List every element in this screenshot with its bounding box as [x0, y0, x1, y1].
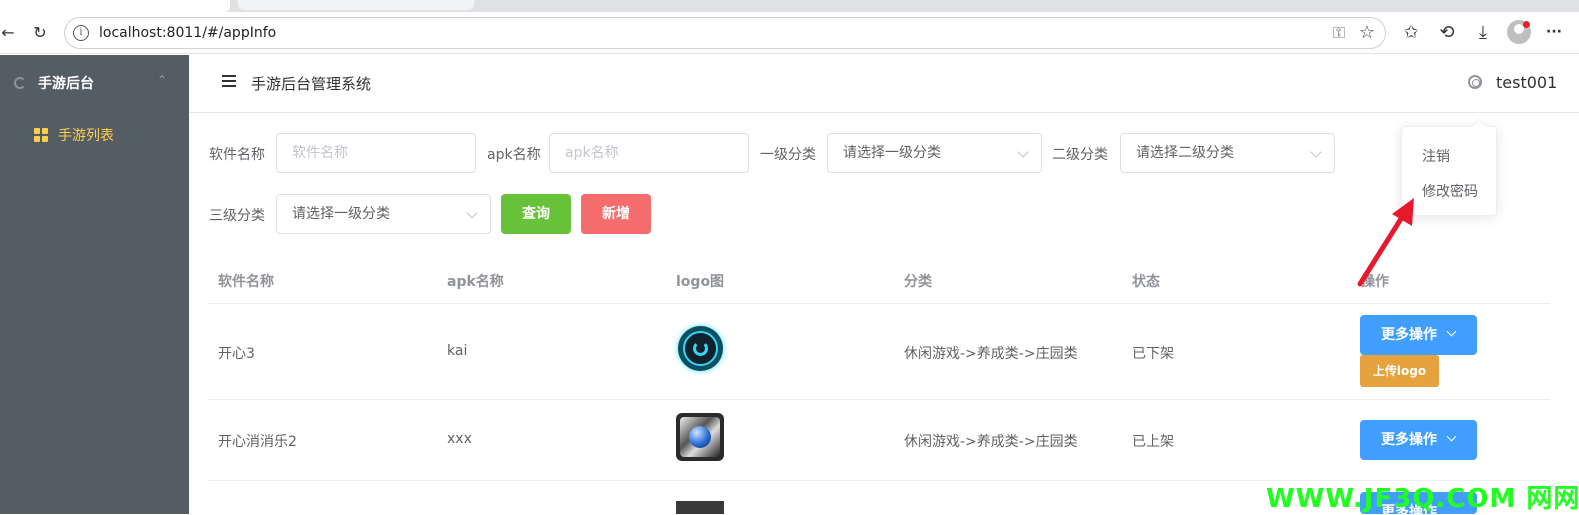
column-header-software-name: 软件名称: [218, 274, 274, 290]
category3-label: 三级分类: [209, 208, 265, 224]
more-actions-label: 更多操作: [1381, 432, 1437, 448]
cell-software-name: 开心消消乐2: [218, 434, 297, 450]
back-icon[interactable]: ←: [0, 20, 20, 44]
more-icon[interactable]: ···: [1542, 20, 1566, 44]
menu-item-logout[interactable]: 注销: [1422, 146, 1450, 166]
apk-name-label: apk名称: [487, 147, 541, 163]
chevron-down-icon: [466, 207, 478, 219]
sidebar-title: 手游后台: [38, 76, 94, 92]
url-text[interactable]: localhost:8011/#/appInfo: [99, 25, 276, 41]
menu-toggle-icon[interactable]: [222, 75, 236, 87]
cell-status: 已上架: [1132, 434, 1174, 450]
gear-icon[interactable]: [1468, 75, 1482, 89]
username[interactable]: test001: [1496, 73, 1557, 92]
app-logo-image: [676, 501, 724, 514]
chevron-down-icon: [1446, 326, 1457, 337]
category1-label: 一级分类: [760, 147, 816, 163]
browser-tab-active[interactable]: [0, 0, 230, 12]
chevron-down-icon: [1017, 146, 1029, 158]
address-bar[interactable]: i localhost:8011/#/appInfo ⚿ ☆: [64, 17, 1386, 49]
page-header: 手游后台管理系统 test001: [189, 55, 1579, 113]
category1-value: 请选择一级分类: [843, 145, 941, 161]
sidebar: 手游后台 ⌃ 手游列表: [0, 55, 189, 514]
sidebar-submenu-title[interactable]: 手游后台 ⌃: [0, 55, 189, 111]
more-actions-button[interactable]: 更多操作: [1360, 315, 1477, 355]
table-divider: [208, 303, 1550, 304]
query-button[interactable]: 查询: [501, 194, 571, 234]
column-header-logo: logo图: [676, 274, 725, 290]
favorite-star-icon[interactable]: ☆: [1359, 22, 1375, 43]
cell-software-name: 开心3: [218, 346, 255, 362]
app-logo-image: [676, 413, 724, 461]
watermark-text: WWW.JF3Q.COM 网网IT: [1266, 484, 1579, 514]
browser-tab-strip: [0, 0, 1579, 12]
chevron-up-icon: ⌃: [156, 73, 167, 87]
download-icon[interactable]: ⤓: [1471, 20, 1495, 44]
add-button[interactable]: 新增: [581, 194, 651, 234]
more-actions-label: 更多操作: [1381, 327, 1437, 343]
more-actions-button[interactable]: 更多操作: [1360, 420, 1477, 460]
info-icon[interactable]: i: [73, 25, 89, 41]
column-header-category: 分类: [904, 274, 932, 290]
reload-icon[interactable]: ↻: [28, 20, 52, 44]
upload-logo-button[interactable]: 上传logo: [1360, 355, 1439, 387]
favorites-icon[interactable]: ✩: [1399, 20, 1423, 44]
software-name-input[interactable]: 软件名称: [276, 133, 476, 173]
key-icon[interactable]: ⚿: [1333, 23, 1345, 43]
cell-status: 已下架: [1132, 346, 1174, 362]
notification-dot: [1523, 21, 1530, 28]
chevron-down-icon: [1446, 431, 1457, 442]
category2-label: 二级分类: [1052, 147, 1108, 163]
column-header-apk-name: apk名称: [447, 274, 504, 290]
sidebar-item-label: 手游列表: [58, 128, 114, 144]
cell-category: 休闲游戏->养成类->庄园类: [904, 434, 1078, 450]
browser-tab[interactable]: [238, 0, 474, 10]
cell-category: 休闲游戏->养成类->庄园类: [904, 346, 1078, 362]
column-header-status: 状态: [1132, 274, 1160, 290]
category3-value: 请选择一级分类: [292, 206, 390, 222]
menu-item-change-password[interactable]: 修改密码: [1422, 181, 1478, 201]
history-icon[interactable]: ⟲: [1435, 20, 1459, 44]
page-title: 手游后台管理系统: [251, 75, 372, 93]
apk-name-input[interactable]: apk名称: [549, 133, 749, 173]
sidebar-item-app-list[interactable]: 手游列表: [0, 115, 189, 155]
game-icon: [14, 77, 26, 89]
grid-icon: [34, 128, 48, 142]
category3-select[interactable]: 请选择一级分类: [276, 194, 491, 234]
table-divider: [208, 399, 1550, 400]
annotation-arrow: [1357, 198, 1414, 287]
cell-apk-name: xxx: [447, 431, 472, 447]
category2-value: 请选择二级分类: [1136, 145, 1234, 161]
app-logo-image: [678, 326, 723, 371]
category1-select[interactable]: 请选择一级分类: [827, 133, 1042, 173]
chevron-down-icon: [1310, 146, 1322, 158]
software-name-label: 软件名称: [209, 147, 265, 163]
category2-select[interactable]: 请选择二级分类: [1120, 133, 1335, 173]
cell-apk-name: kai: [447, 343, 468, 359]
browser-toolbar: ← ↻ i localhost:8011/#/appInfo ⚿ ☆ ✩ ⟲ ⤓…: [0, 12, 1579, 54]
